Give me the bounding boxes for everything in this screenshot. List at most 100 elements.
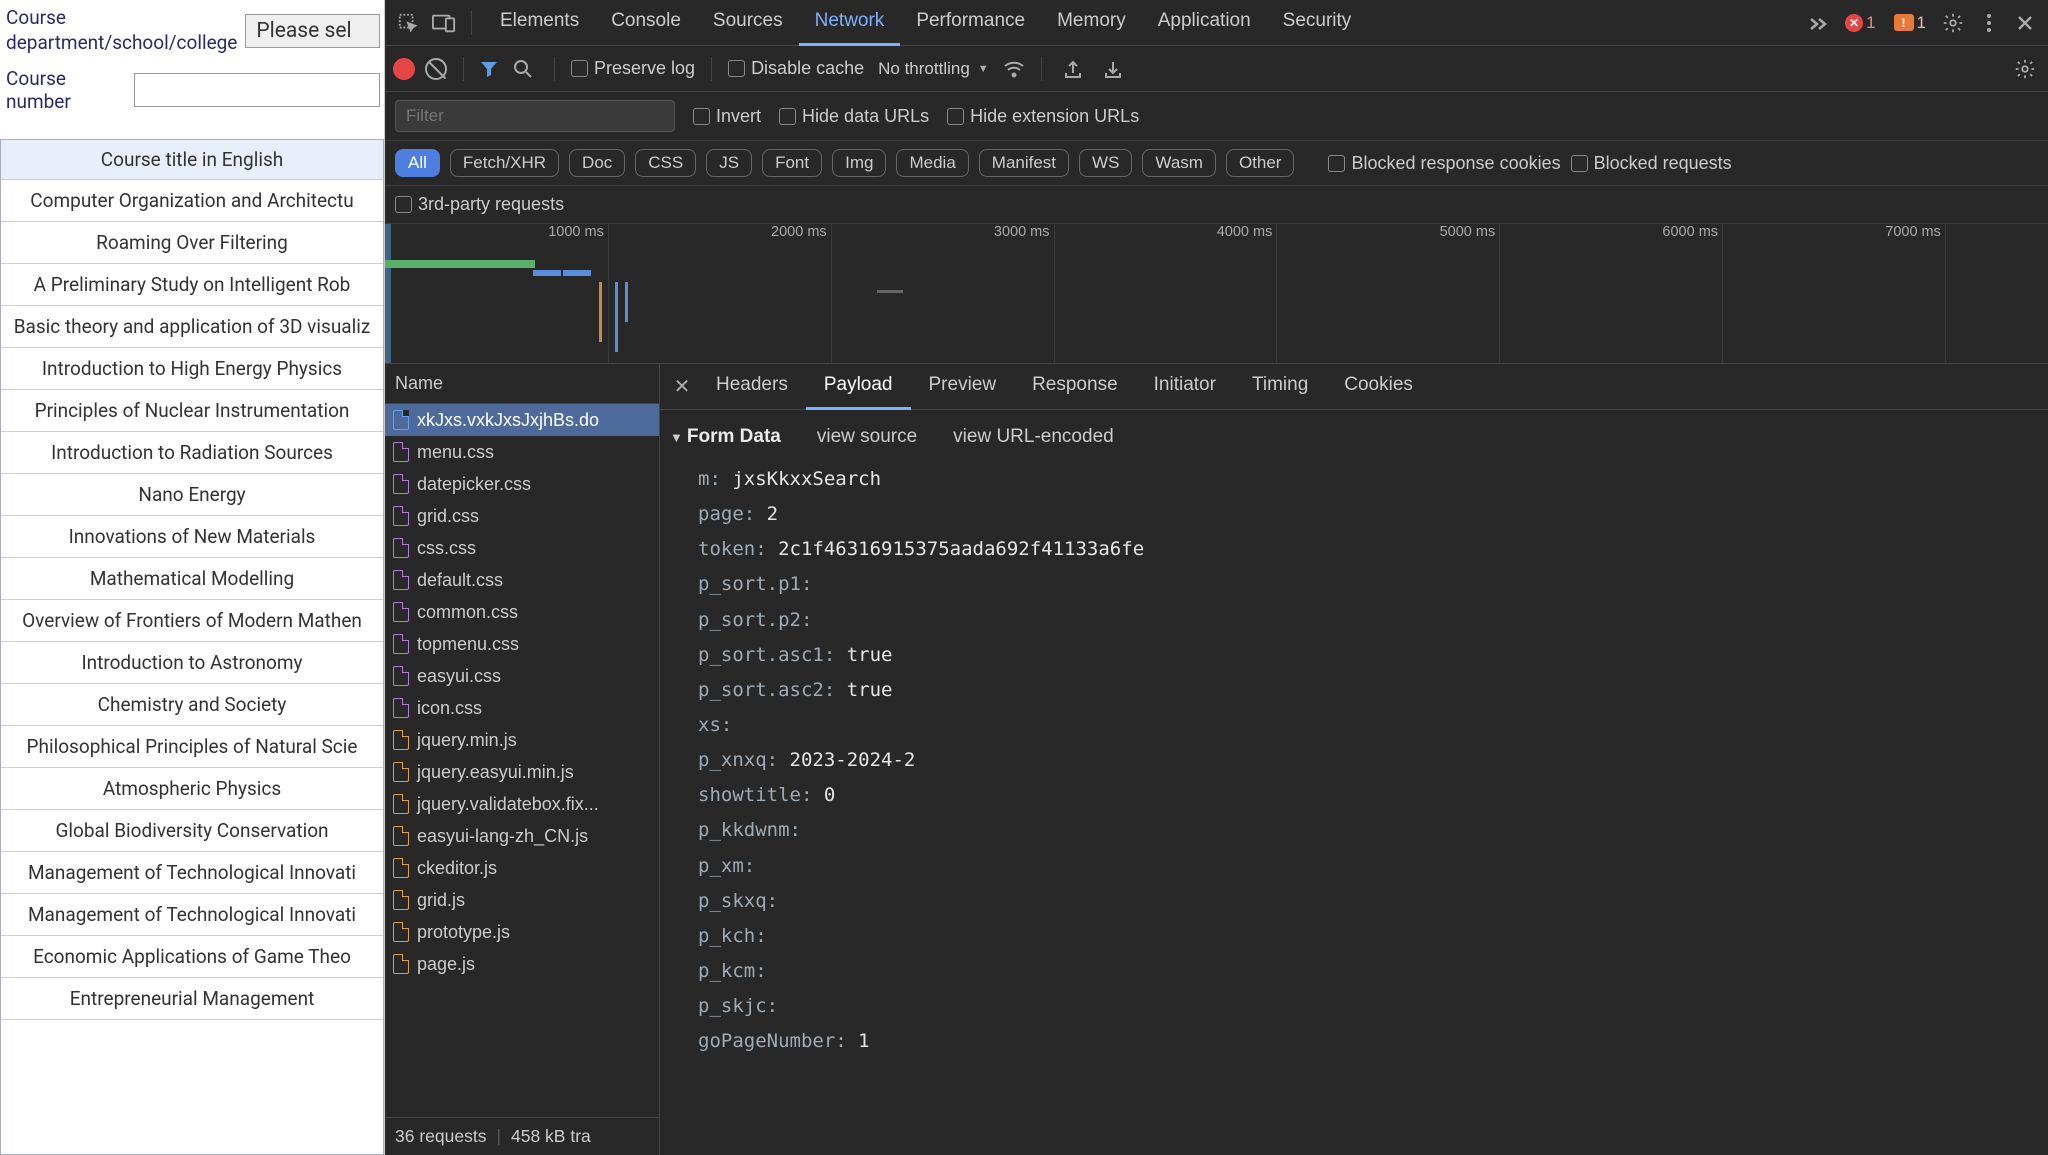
tab-console[interactable]: Console: [595, 0, 697, 46]
tab-performance[interactable]: Performance: [900, 0, 1041, 46]
filter-input[interactable]: [395, 100, 675, 132]
course-row[interactable]: Roaming Over Filtering: [1, 222, 383, 264]
issues-badge[interactable]: ! 1: [1888, 13, 1932, 33]
preserve-log-checkbox[interactable]: Preserve log: [571, 58, 695, 79]
chip-wasm[interactable]: Wasm: [1142, 149, 1216, 177]
tab-memory[interactable]: Memory: [1041, 0, 1142, 46]
course-row[interactable]: Introduction to High Energy Physics: [1, 348, 383, 390]
request-row[interactable]: icon.css: [385, 692, 659, 724]
chip-all[interactable]: All: [395, 149, 440, 177]
request-row[interactable]: easyui-lang-zh_CN.js: [385, 820, 659, 852]
course-row[interactable]: Philosophical Principles of Natural Scie: [1, 726, 383, 768]
chip-doc[interactable]: Doc: [569, 149, 625, 177]
record-button[interactable]: [393, 58, 415, 80]
network-timeline[interactable]: 1000 ms2000 ms3000 ms4000 ms5000 ms6000 …: [385, 224, 2048, 364]
request-row[interactable]: css.css: [385, 532, 659, 564]
request-row[interactable]: default.css: [385, 564, 659, 596]
chip-css[interactable]: CSS: [635, 149, 696, 177]
view-source-link[interactable]: view source: [817, 426, 917, 448]
course-row[interactable]: Innovations of New Materials: [1, 516, 383, 558]
request-name: jquery.min.js: [417, 730, 517, 751]
request-row[interactable]: grid.js: [385, 884, 659, 916]
request-row[interactable]: datepicker.css: [385, 468, 659, 500]
course-row[interactable]: Introduction to Radiation Sources: [1, 432, 383, 474]
network-settings-icon[interactable]: [2010, 54, 2040, 84]
hide-data-urls-checkbox[interactable]: Hide data URLs: [779, 106, 929, 127]
chip-font[interactable]: Font: [762, 149, 822, 177]
blocked-cookies-checkbox[interactable]: Blocked response cookies: [1328, 153, 1560, 174]
detail-tab-initiator[interactable]: Initiator: [1136, 364, 1234, 410]
course-row[interactable]: Atmospheric Physics: [1, 768, 383, 810]
request-row[interactable]: xkJxs.vxkJxsJxjhBs.do: [385, 404, 659, 436]
request-row[interactable]: jquery.easyui.min.js: [385, 756, 659, 788]
chip-ws[interactable]: WS: [1079, 149, 1132, 177]
invert-checkbox[interactable]: Invert: [693, 106, 761, 127]
name-column-header[interactable]: Name: [385, 364, 659, 404]
course-row[interactable]: Mathematical Modelling: [1, 558, 383, 600]
course-row[interactable]: Global Biodiversity Conservation: [1, 810, 383, 852]
request-row[interactable]: prototype.js: [385, 916, 659, 948]
form-data-title[interactable]: ▼Form Data: [670, 426, 781, 448]
course-row[interactable]: Computer Organization and Architectu: [1, 180, 383, 222]
request-row[interactable]: menu.css: [385, 436, 659, 468]
more-tabs-icon[interactable]: [1803, 8, 1833, 38]
course-row[interactable]: Management of Technological Innovati: [1, 852, 383, 894]
network-conditions-icon[interactable]: [1003, 60, 1025, 78]
chip-js[interactable]: JS: [706, 149, 752, 177]
request-row[interactable]: page.js: [385, 948, 659, 980]
request-row[interactable]: jquery.min.js: [385, 724, 659, 756]
detail-tab-preview[interactable]: Preview: [911, 364, 1015, 410]
course-row[interactable]: Economic Applications of Game Theo: [1, 936, 383, 978]
course-row[interactable]: Entrepreneurial Management: [1, 978, 383, 1020]
chip-fetchxhr[interactable]: Fetch/XHR: [450, 149, 559, 177]
upload-har-icon[interactable]: [1058, 54, 1088, 84]
course-row[interactable]: Principles of Nuclear Instrumentation: [1, 390, 383, 432]
close-detail-icon[interactable]: ✕: [666, 374, 698, 399]
settings-icon[interactable]: [1938, 8, 1968, 38]
dept-select[interactable]: Please sel: [245, 14, 380, 48]
request-row[interactable]: topmenu.css: [385, 628, 659, 660]
search-icon[interactable]: [508, 54, 538, 84]
chip-media[interactable]: Media: [896, 149, 968, 177]
disable-cache-checkbox[interactable]: Disable cache: [728, 58, 864, 79]
request-row[interactable]: easyui.css: [385, 660, 659, 692]
clear-button[interactable]: [425, 58, 447, 80]
course-row[interactable]: Introduction to Astronomy: [1, 642, 383, 684]
filter-icon[interactable]: [480, 60, 498, 78]
third-party-checkbox[interactable]: 3rd-party requests: [395, 194, 564, 215]
detail-tab-headers[interactable]: Headers: [698, 364, 806, 410]
tab-elements[interactable]: Elements: [484, 0, 595, 46]
tab-application[interactable]: Application: [1142, 0, 1267, 46]
hide-ext-urls-checkbox[interactable]: Hide extension URLs: [947, 106, 1139, 127]
detail-tab-cookies[interactable]: Cookies: [1326, 364, 1431, 410]
view-url-encoded-link[interactable]: view URL-encoded: [953, 426, 1114, 448]
request-row[interactable]: ckeditor.js: [385, 852, 659, 884]
course-number-input[interactable]: [134, 73, 380, 107]
request-row[interactable]: jquery.validatebox.fix...: [385, 788, 659, 820]
tab-network[interactable]: Network: [799, 0, 901, 46]
course-row[interactable]: A Preliminary Study on Intelligent Rob: [1, 264, 383, 306]
course-row[interactable]: Nano Energy: [1, 474, 383, 516]
detail-tab-response[interactable]: Response: [1014, 364, 1136, 410]
inspect-element-icon[interactable]: [393, 8, 423, 38]
detail-tab-payload[interactable]: Payload: [806, 364, 911, 410]
device-toolbar-icon[interactable]: [429, 8, 459, 38]
tab-sources[interactable]: Sources: [697, 0, 799, 46]
download-har-icon[interactable]: [1098, 54, 1128, 84]
blocked-requests-checkbox[interactable]: Blocked requests: [1571, 153, 1732, 174]
close-devtools-icon[interactable]: [2010, 8, 2040, 38]
course-row[interactable]: Management of Technological Innovati: [1, 894, 383, 936]
chip-img[interactable]: Img: [832, 149, 886, 177]
request-row[interactable]: common.css: [385, 596, 659, 628]
chip-manifest[interactable]: Manifest: [979, 149, 1069, 177]
tab-security[interactable]: Security: [1267, 0, 1368, 46]
errors-badge[interactable]: ✕ 1: [1839, 13, 1881, 33]
kebab-menu-icon[interactable]: [1974, 8, 2004, 38]
course-row[interactable]: Chemistry and Society: [1, 684, 383, 726]
detail-tab-timing[interactable]: Timing: [1234, 364, 1326, 410]
throttling-dropdown[interactable]: No throttling ▼: [874, 59, 993, 79]
request-row[interactable]: grid.css: [385, 500, 659, 532]
course-row[interactable]: Basic theory and application of 3D visua…: [1, 306, 383, 348]
course-row[interactable]: Overview of Frontiers of Modern Mathen: [1, 600, 383, 642]
chip-other[interactable]: Other: [1226, 149, 1295, 177]
